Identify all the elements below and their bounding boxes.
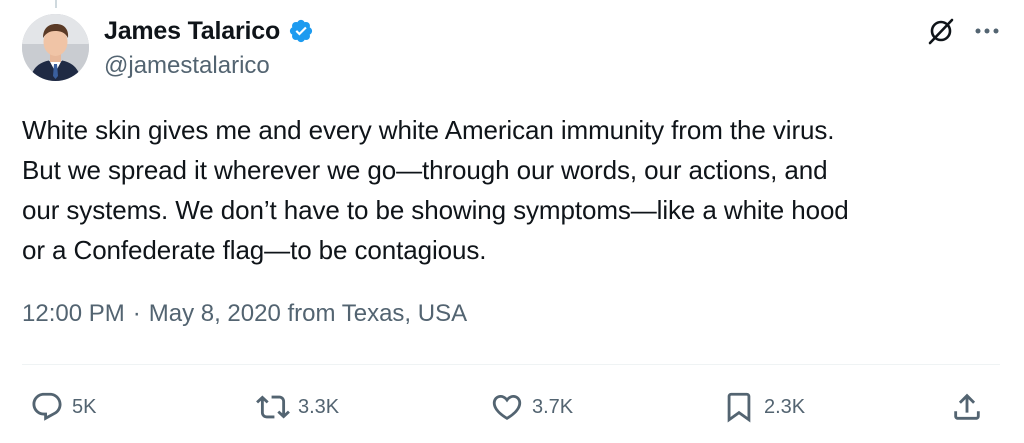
tweet-metadata: 12:00 PM · May 8, 2020 from Texas, USA xyxy=(22,300,467,328)
divider xyxy=(22,364,1000,365)
tweet-text: White skin gives me and every white Amer… xyxy=(22,115,849,265)
reply-button[interactable]: 5K xyxy=(30,390,96,424)
tweet-date-location[interactable]: May 8, 2020 from Texas, USA xyxy=(149,300,467,328)
heart-icon xyxy=(490,390,524,424)
tweet-header-actions xyxy=(926,16,1000,46)
like-button[interactable]: 3.7K xyxy=(490,390,573,424)
bookmark-count: 2.3K xyxy=(764,395,806,418)
author-name[interactable]: James Talarico xyxy=(104,17,280,46)
tweet-time[interactable]: 12:00 PM xyxy=(22,300,125,328)
more-icon[interactable] xyxy=(974,27,1000,35)
share-button[interactable] xyxy=(950,390,984,424)
retweet-button[interactable]: 3.3K xyxy=(256,390,339,424)
avatar-image xyxy=(22,14,89,81)
bookmark-icon xyxy=(722,390,756,424)
action-bar: 5K 3.3K 3.7K 2.3K xyxy=(30,390,984,430)
author-info: James Talarico @jamestalarico xyxy=(104,14,314,80)
meta-separator: · xyxy=(132,300,141,327)
reply-icon xyxy=(30,390,64,424)
reply-count: 5K xyxy=(72,395,97,418)
author-handle[interactable]: @jamestalarico xyxy=(104,52,314,80)
grok-icon[interactable] xyxy=(926,16,956,46)
avatar[interactable] xyxy=(22,14,89,81)
like-count: 3.7K xyxy=(532,395,574,418)
thread-connector-line xyxy=(55,0,57,8)
retweet-icon xyxy=(256,390,290,424)
verified-badge-icon[interactable] xyxy=(288,18,314,44)
tweet-card: James Talarico @jamestalarico White skin… xyxy=(0,0,1024,443)
share-icon xyxy=(950,390,984,424)
retweet-count: 3.3K xyxy=(298,395,340,418)
bookmark-button[interactable]: 2.3K xyxy=(722,390,805,424)
